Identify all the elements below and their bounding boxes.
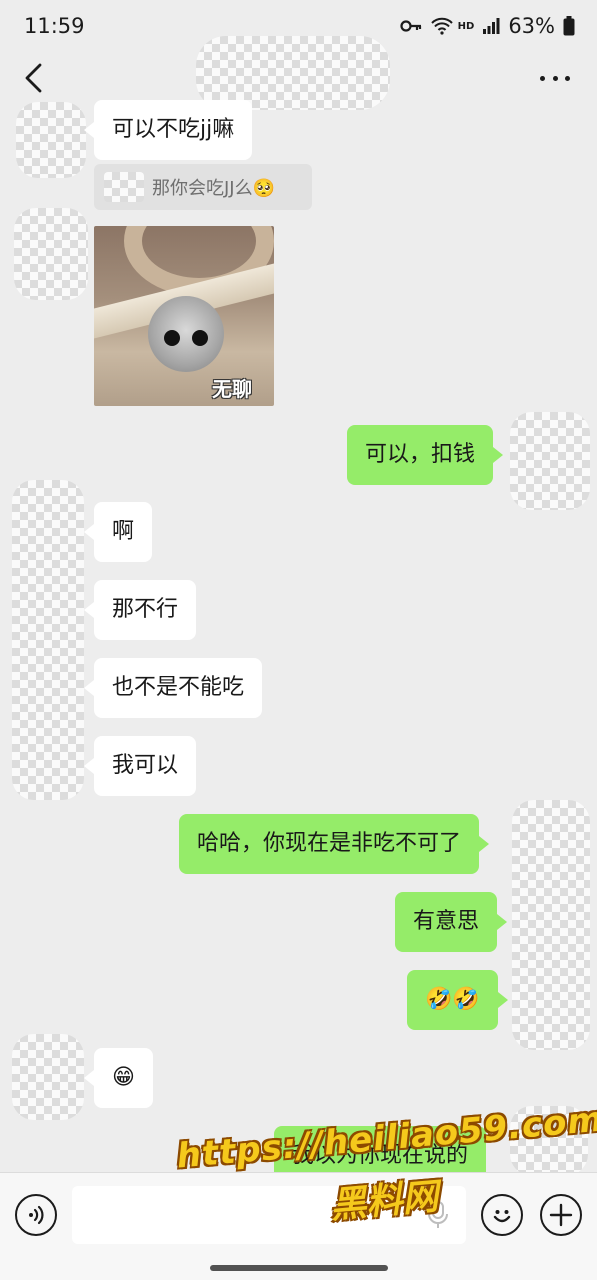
avatar[interactable] (12, 480, 84, 800)
sticker-caption: 无聊 (212, 377, 252, 401)
network-badge: HD (457, 20, 475, 32)
chat-title-redacted (196, 36, 390, 110)
sticker-critter (148, 296, 224, 372)
back-arrow-icon[interactable] (22, 62, 46, 94)
message-bubble-incoming[interactable]: 啊 (83, 502, 153, 562)
emoji-icon[interactable] (481, 1194, 523, 1236)
battery-percent: 63% (508, 14, 555, 38)
plus-icon[interactable] (540, 1194, 582, 1236)
message-bubble-incoming[interactable]: 😁 (84, 1048, 153, 1108)
status-icons: HD 63% (400, 14, 575, 38)
avatar-self[interactable] (512, 800, 590, 1050)
voice-icon[interactable] (15, 1194, 57, 1236)
more-dots-icon[interactable] (540, 66, 570, 90)
message-bubble-incoming[interactable]: 那不行 (83, 580, 197, 640)
signal-icon (483, 18, 500, 34)
wifi-icon (430, 17, 453, 35)
message-bubble-incoming[interactable]: 我可以 (83, 736, 197, 796)
avatar-self[interactable] (510, 412, 590, 510)
message-bubble-outgoing[interactable]: 有意思 (395, 892, 508, 952)
message-bubble-outgoing[interactable]: 🤣🤣 (407, 970, 508, 1030)
quoted-reply[interactable]: 那你会吃JJ么🥺 (94, 164, 312, 210)
message-bubble-incoming[interactable]: 可以不吃jj嘛 (83, 100, 253, 160)
quote-text: 那你会吃JJ么🥺 (152, 178, 276, 199)
watermark-name: 黑料网 (328, 1176, 440, 1227)
message-bubble-outgoing[interactable]: 可以，扣钱 (347, 425, 504, 485)
avatar[interactable] (12, 1034, 84, 1120)
avatar[interactable] (14, 208, 88, 300)
battery-icon (563, 16, 575, 36)
message-bubble-outgoing[interactable]: 哈哈，你现在是非吃不可了 (179, 814, 490, 874)
avatar[interactable] (16, 102, 86, 178)
key-icon (400, 20, 421, 32)
sticker-image[interactable]: 无聊 (94, 226, 274, 406)
status-time: 11:59 (24, 14, 85, 38)
message-bubble-incoming[interactable]: 也不是不能吃 (83, 658, 263, 718)
quote-sender-redacted (104, 172, 144, 202)
home-indicator[interactable] (210, 1265, 388, 1271)
